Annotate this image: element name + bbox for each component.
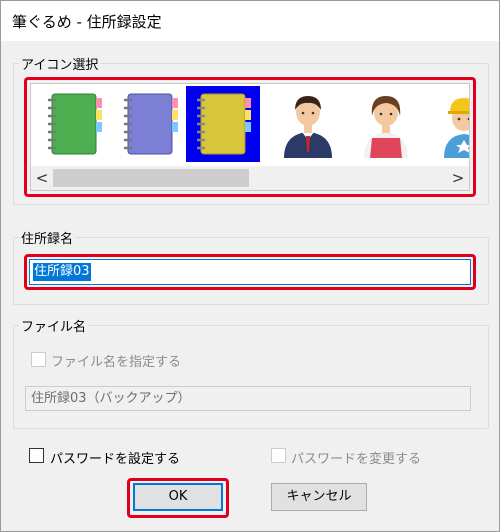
file-name-field[interactable]: 住所録03（バックアップ） <box>25 386 471 411</box>
file-name-label: ファイル名 <box>19 316 89 335</box>
file-name-group <box>13 325 489 429</box>
change-password-checkbox[interactable] <box>271 448 286 463</box>
specify-file-name-checkbox[interactable] <box>31 352 46 367</box>
set-password-checkbox[interactable] <box>29 448 44 463</box>
address-book-settings-dialog: 筆ぐるめ - 住所録設定 アイコン選択 < > 住所録名 住所録03 ファイル名… <box>0 0 500 532</box>
address-book-name-label: 住所録名 <box>19 228 76 247</box>
specify-file-name-label: ファイル名を指定する <box>51 355 182 370</box>
icon-selection-label: アイコン選択 <box>19 54 101 73</box>
cancel-button[interactable]: キャンセル <box>271 483 367 511</box>
title-bar: 筆ぐるめ - 住所録設定 <box>1 1 499 41</box>
change-password-label: パスワードを変更する <box>291 452 422 467</box>
icon-list-highlight-frame <box>24 77 476 197</box>
window-title: 筆ぐるめ - 住所録設定 <box>12 13 162 31</box>
ok-button-highlight-frame <box>127 478 229 518</box>
set-password-label: パスワードを設定する <box>50 452 181 467</box>
name-input-highlight-frame <box>24 254 476 290</box>
